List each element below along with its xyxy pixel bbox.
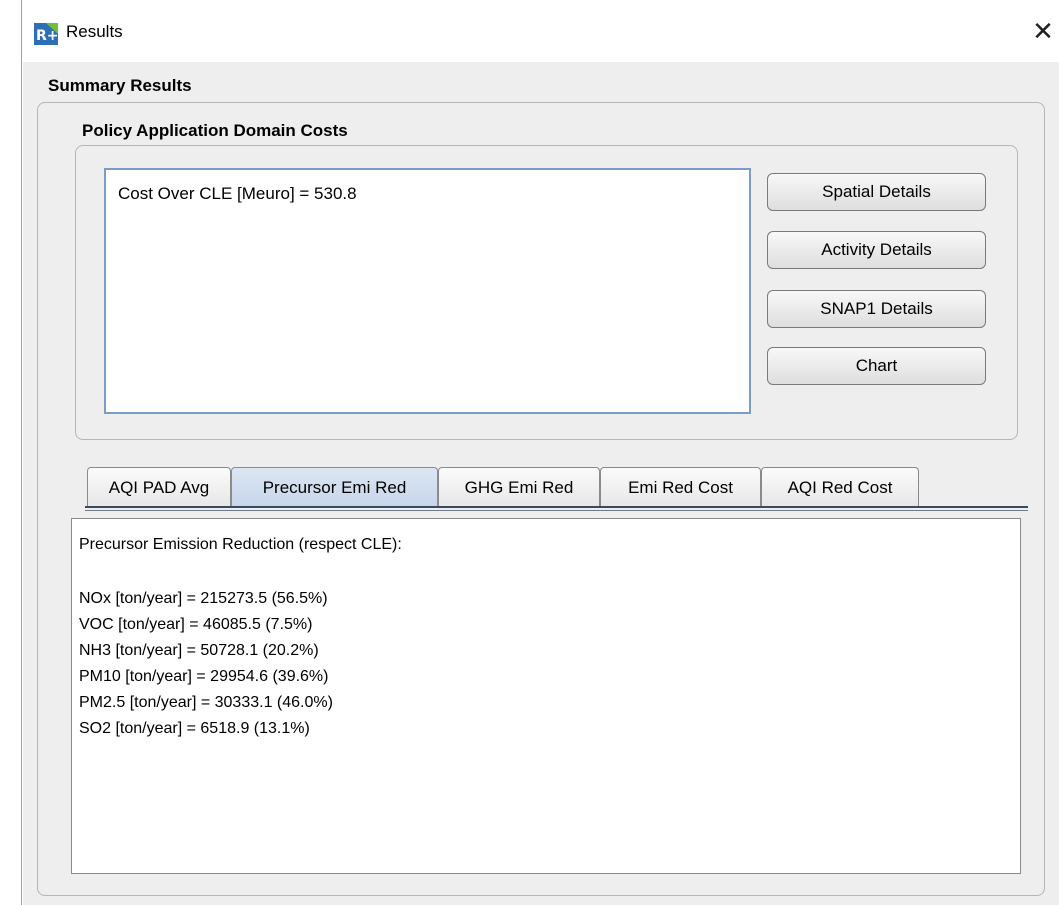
tab-underline	[85, 506, 1028, 508]
content-area: Summary Results Policy Application Domai…	[23, 62, 1059, 905]
result-line-so2: SO2 [ton/year] = 6518.9 (13.1%)	[79, 720, 310, 737]
results-heading: Precursor Emission Reduction (respect CL…	[79, 536, 402, 553]
summary-results-title: Summary Results	[48, 76, 192, 95]
cost-text-area[interactable]: Cost Over CLE [Meuro] = 530.8	[104, 168, 751, 414]
tab-underline-secondary	[85, 510, 1028, 511]
title-bar	[23, 0, 1059, 62]
result-line-voc: VOC [ton/year] = 46085.5 (7.5%)	[79, 616, 313, 633]
tab-aqi-pad-avg[interactable]: AQI PAD Avg	[87, 467, 231, 508]
pad-costs-title: Policy Application Domain Costs	[82, 121, 348, 140]
close-icon[interactable]: ✕	[1027, 13, 1059, 51]
results-text-area[interactable]: Precursor Emission Reduction (respect CL…	[71, 518, 1021, 874]
tab-aqi-red-cost[interactable]: AQI Red Cost	[761, 467, 919, 508]
result-line-pm25: PM2.5 [ton/year] = 30333.1 (46.0%)	[79, 694, 333, 711]
app-icon-text: R+	[36, 28, 58, 44]
cost-over-cle-text: Cost Over CLE [Meuro] = 530.8	[118, 184, 357, 203]
result-line-nh3: NH3 [ton/year] = 50728.1 (20.2%)	[79, 642, 319, 659]
tab-ghg-emi-red[interactable]: GHG Emi Red	[438, 467, 600, 508]
result-line-nox: NOx [ton/year] = 215273.5 (56.5%)	[79, 590, 328, 607]
tab-emi-red-cost[interactable]: Emi Red Cost	[600, 467, 761, 508]
activity-details-button[interactable]: Activity Details	[767, 231, 986, 269]
window-title: Results	[66, 22, 123, 41]
spatial-details-button[interactable]: Spatial Details	[767, 173, 986, 211]
result-line-pm10: PM10 [ton/year] = 29954.6 (39.6%)	[79, 668, 329, 685]
chart-button[interactable]: Chart	[767, 347, 986, 385]
r-plus-app-icon: R+	[34, 23, 58, 45]
window-left-edge	[21, 0, 22, 905]
snap1-details-button[interactable]: SNAP1 Details	[767, 290, 986, 328]
tab-precursor-emi-red[interactable]: Precursor Emi Red	[231, 467, 438, 508]
